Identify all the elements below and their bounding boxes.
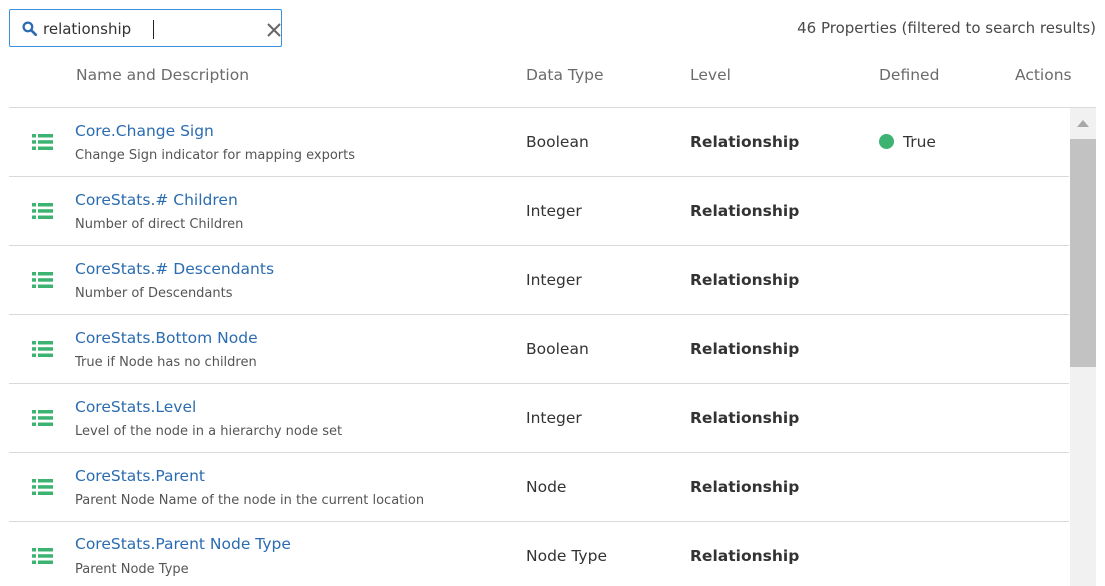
table-row[interactable]: CoreStats.Level Level of the node in a h… — [9, 384, 1069, 453]
list-icon — [32, 203, 53, 219]
search-icon — [22, 21, 37, 36]
list-icon — [32, 479, 53, 495]
property-level: Relationship — [690, 478, 800, 496]
column-header-level: Level — [690, 66, 731, 84]
scrollbar-thumb[interactable] — [1070, 139, 1096, 367]
table-row[interactable]: Core.Change Sign Change Sign indicator f… — [9, 108, 1069, 177]
list-icon — [32, 134, 53, 150]
property-description: Parent Node Type — [75, 562, 189, 577]
property-description: Parent Node Name of the node in the curr… — [75, 493, 425, 508]
list-icon — [32, 548, 53, 564]
property-level: Relationship — [690, 409, 800, 427]
property-name-link[interactable]: CoreStats.# Children — [75, 191, 238, 209]
column-header-name: Name and Description — [76, 66, 250, 84]
property-level: Relationship — [690, 202, 800, 220]
property-data-type: Node — [526, 478, 567, 496]
table-row[interactable]: CoreStats.Parent Parent Node Name of the… — [9, 453, 1069, 522]
property-description: Number of Descendants — [75, 286, 233, 301]
property-level: Relationship — [690, 547, 800, 565]
property-level: Relationship — [690, 340, 800, 358]
property-name-link[interactable]: CoreStats.# Descendants — [75, 260, 274, 278]
text-caret — [153, 20, 154, 39]
search-box[interactable] — [9, 9, 282, 47]
result-count: 46 Properties (filtered to search result… — [797, 19, 1096, 37]
vertical-scrollbar[interactable] — [1070, 108, 1096, 586]
property-name-link[interactable]: CoreStats.Bottom Node — [75, 329, 258, 347]
column-header-defined: Defined — [879, 66, 940, 84]
list-icon — [32, 341, 53, 357]
properties-panel: 46 Properties (filtered to search result… — [0, 0, 1105, 586]
defined-label: True — [903, 133, 936, 151]
table-row[interactable]: CoreStats.Bottom Node True if Node has n… — [9, 315, 1069, 384]
properties-table: Core.Change Sign Change Sign indicator f… — [9, 108, 1069, 586]
property-description: Level of the node in a hierarchy node se… — [75, 424, 343, 439]
property-data-type: Integer — [526, 202, 582, 220]
property-description: Number of direct Children — [75, 217, 244, 232]
property-name-link[interactable]: CoreStats.Level — [75, 398, 196, 416]
property-data-type: Boolean — [526, 133, 589, 151]
defined-status-dot — [879, 134, 894, 149]
property-data-type: Integer — [526, 409, 582, 427]
property-data-type: Boolean — [526, 340, 589, 358]
table-row[interactable]: CoreStats.# Children Number of direct Ch… — [9, 177, 1069, 246]
property-description: True if Node has no children — [75, 355, 257, 370]
table-row[interactable]: CoreStats.Parent Node Type Parent Node T… — [9, 522, 1069, 586]
scroll-up-arrow-icon[interactable] — [1077, 120, 1089, 127]
close-icon[interactable] — [266, 22, 282, 38]
property-defined: True — [879, 133, 936, 151]
property-data-type: Node Type — [526, 547, 607, 565]
list-icon — [32, 410, 53, 426]
property-name-link[interactable]: CoreStats.Parent Node Type — [75, 535, 291, 553]
search-input[interactable] — [43, 18, 243, 40]
property-level: Relationship — [690, 271, 800, 289]
property-data-type: Integer — [526, 271, 582, 289]
property-name-link[interactable]: CoreStats.Parent — [75, 467, 205, 485]
property-level: Relationship — [690, 133, 800, 151]
table-row[interactable]: CoreStats.# Descendants Number of Descen… — [9, 246, 1069, 315]
property-description: Change Sign indicator for mapping export… — [75, 148, 356, 163]
property-name-link[interactable]: Core.Change Sign — [75, 122, 214, 140]
column-header-actions: Actions — [1015, 66, 1072, 84]
column-header-data-type: Data Type — [526, 66, 604, 84]
list-icon — [32, 272, 53, 288]
